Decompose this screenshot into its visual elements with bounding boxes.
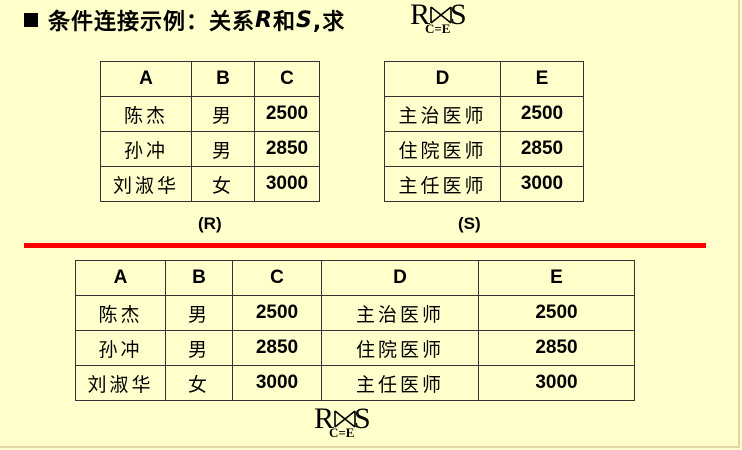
table-cell: 孙冲 bbox=[75, 330, 166, 366]
table-row: 陈杰 男 2500 bbox=[100, 96, 320, 132]
red-divider bbox=[24, 243, 706, 248]
table-row: 主任医师 3000 bbox=[384, 166, 584, 202]
table-r-header: A bbox=[100, 61, 192, 97]
join-right-relation: S bbox=[354, 402, 371, 435]
table-cell: 女 bbox=[165, 365, 233, 401]
table-result-header: C bbox=[232, 260, 322, 296]
table-cell: 孙冲 bbox=[100, 131, 192, 167]
table-cell: 住院医师 bbox=[321, 330, 479, 366]
table-cell: 男 bbox=[165, 330, 233, 366]
table-cell: 主任医师 bbox=[384, 166, 501, 202]
table-cell: 2500 bbox=[500, 96, 584, 132]
table-row: 孙冲 男 2850 bbox=[100, 131, 320, 167]
table-result-header: A bbox=[75, 260, 166, 296]
table-cell: 陈杰 bbox=[100, 96, 192, 132]
table-row: 孙冲 男 2850 住院医师 2850 bbox=[75, 330, 635, 366]
table-cell: 陈杰 bbox=[75, 295, 166, 331]
table-result-header-row: A B C D E bbox=[75, 260, 635, 296]
table-cell: 3000 bbox=[500, 166, 584, 202]
table-cell: 2850 bbox=[232, 330, 322, 366]
table-r-caption: (R) bbox=[198, 214, 222, 233]
table-result-header: E bbox=[478, 260, 635, 296]
table-cell: 主任医师 bbox=[321, 365, 479, 401]
table-cell: 2850 bbox=[500, 131, 584, 167]
table-cell: 3000 bbox=[254, 166, 320, 202]
table-s-header: D bbox=[384, 61, 501, 97]
table-cell: 住院医师 bbox=[384, 131, 501, 167]
table-cell: 3000 bbox=[478, 365, 635, 401]
table-row: 主治医师 2500 bbox=[384, 96, 584, 132]
table-cell: 3000 bbox=[232, 365, 322, 401]
table-row: 刘淑华 女 3000 主任医师 3000 bbox=[75, 365, 635, 401]
table-cell: 2500 bbox=[232, 295, 322, 331]
table-s-header-row: D E bbox=[384, 61, 584, 97]
table-cell: 女 bbox=[191, 166, 255, 202]
table-result-header: D bbox=[321, 260, 479, 296]
table-cell: 主治医师 bbox=[384, 96, 501, 132]
table-r-header: B bbox=[191, 61, 255, 97]
title-relation-s: S bbox=[295, 7, 313, 33]
table-cell: 男 bbox=[165, 295, 233, 331]
table-cell: 男 bbox=[191, 131, 255, 167]
join-condition: C=E bbox=[329, 425, 355, 440]
table-s: D E 主治医师 2500 住院医师 2850 主任医师 3000 bbox=[384, 61, 584, 202]
table-s-caption: (S) bbox=[458, 214, 481, 233]
table-cell: 2500 bbox=[478, 295, 635, 331]
table-r-header: C bbox=[254, 61, 320, 97]
table-row: 住院医师 2850 bbox=[384, 131, 584, 167]
table-s-header: E bbox=[500, 61, 584, 97]
table-row: 刘淑华 女 3000 bbox=[100, 166, 320, 202]
square-bullet-icon bbox=[24, 13, 38, 27]
title-prefix: 条件连接示例：关系 bbox=[48, 10, 256, 35]
slide-title: 条件连接示例：关系 R 和 S ,求 bbox=[24, 4, 345, 36]
table-result: A B C D E 陈杰 男 2500 主治医师 2500 孙冲 男 2850 … bbox=[75, 260, 635, 401]
table-r: A B C 陈杰 男 2500 孙冲 男 2850 刘淑华 女 3000 bbox=[100, 61, 320, 202]
table-cell: 主治医师 bbox=[321, 295, 479, 331]
result-join-symbol: R S C=E bbox=[314, 404, 384, 448]
table-row: 陈杰 男 2500 主治医师 2500 bbox=[75, 295, 635, 331]
table-cell: 2850 bbox=[478, 330, 635, 366]
title-relation-r: R bbox=[255, 7, 273, 33]
table-cell: 2850 bbox=[254, 131, 320, 167]
table-cell: 刘淑华 bbox=[100, 166, 192, 202]
title-suffix: ,求 bbox=[312, 10, 346, 35]
table-cell: 刘淑华 bbox=[75, 365, 166, 401]
title-middle: 和 bbox=[272, 10, 296, 35]
table-r-header-row: A B C bbox=[100, 61, 320, 97]
join-condition: C=E bbox=[425, 21, 451, 36]
table-cell: 2500 bbox=[254, 96, 320, 132]
table-result-header: B bbox=[165, 260, 233, 296]
title-join-symbol: R S C=E bbox=[410, 0, 472, 38]
join-right-relation: S bbox=[450, 0, 467, 31]
table-cell: 男 bbox=[191, 96, 255, 132]
